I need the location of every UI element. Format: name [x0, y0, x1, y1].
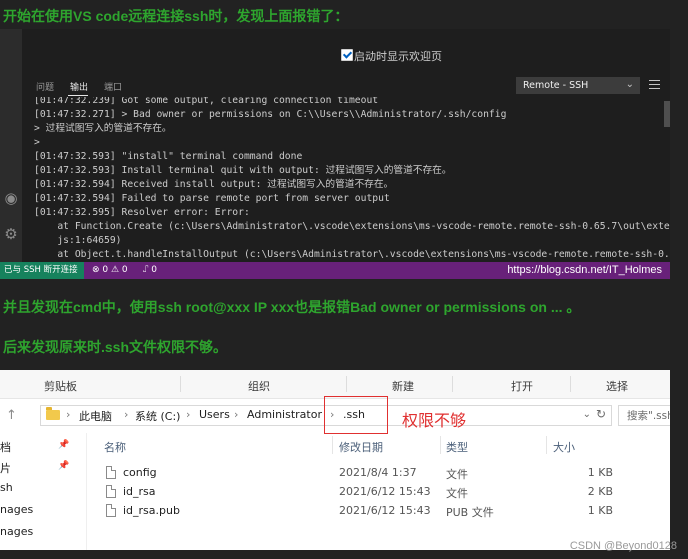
- tab-output[interactable]: 输出: [70, 80, 88, 93]
- column-header-date[interactable]: 修改日期: [339, 439, 383, 455]
- article-conclusion-text: 后来发现原来时.ssh文件权限不够。: [3, 339, 228, 355]
- ribbon-clipboard[interactable]: 剪贴板: [44, 378, 77, 394]
- file-name: id_rsa.pub: [123, 504, 180, 517]
- pin-icon[interactable]: 📌: [58, 440, 69, 450]
- file-size: 2 KB: [587, 485, 613, 498]
- file-row[interactable]: id_rsa.pub 2021/6/12 15:43 PUB 文件 1 KB: [90, 502, 650, 521]
- breadcrumb-c-drive[interactable]: 系统 (C:): [135, 408, 180, 424]
- file-date: 2021/6/12 15:43: [339, 504, 431, 517]
- file-size: 1 KB: [587, 466, 613, 479]
- breadcrumb-separator: ›: [234, 408, 239, 421]
- file-type: 文件: [446, 487, 468, 500]
- breadcrumb-separator: ›: [124, 408, 129, 421]
- ribbon-divider: [570, 376, 571, 392]
- remote-status-indicator[interactable]: 已与 SSH 断开连接: [0, 262, 84, 279]
- file-name: id_rsa: [123, 485, 156, 498]
- ribbon-groups: 剪贴板 组织 新建 打开 选择: [0, 370, 670, 399]
- column-divider[interactable]: [332, 436, 333, 454]
- file-list: 名称 修改日期 类型 大小 config 2021/8/4 1:37 文件 1 …: [90, 433, 670, 550]
- log-line: at Object.t.handleInstallOutput (c:\User…: [34, 249, 670, 260]
- file-icon: [106, 504, 116, 517]
- file-date: 2021/8/4 1:37: [339, 466, 417, 479]
- scrollbar-thumb[interactable]: [664, 101, 670, 127]
- column-header-name[interactable]: 名称: [104, 439, 126, 455]
- ribbon-select[interactable]: 选择: [606, 378, 628, 394]
- nav-item[interactable]: sh: [0, 481, 13, 494]
- ribbon-divider: [346, 376, 347, 392]
- problems-counter[interactable]: ⊗ 0 ⚠ 0: [92, 262, 128, 279]
- breadcrumb-separator: ›: [186, 408, 191, 421]
- log-line: >: [34, 137, 40, 148]
- folder-icon: [46, 407, 60, 420]
- log-line: [01:47:32.593] "install" terminal comman…: [34, 151, 303, 162]
- csdn-watermark: CSDN @Beyond0128: [569, 540, 677, 552]
- log-line: js:1:64659): [34, 235, 122, 246]
- pin-icon[interactable]: 📌: [58, 461, 69, 471]
- ribbon-open[interactable]: 打开: [511, 378, 533, 394]
- file-icon: [106, 485, 116, 498]
- log-line: [01:47:32.595] Resolver error: Error:: [34, 207, 250, 218]
- nav-item[interactable]: nages: [0, 503, 33, 516]
- activity-bar: ◉ ⚙: [0, 29, 22, 262]
- status-bar: 已与 SSH 断开连接 ⊗ 0 ⚠ 0 ⑀ 0 https://blog.csd…: [0, 262, 670, 279]
- file-size: 1 KB: [587, 504, 613, 517]
- column-divider[interactable]: [440, 436, 441, 454]
- navigation-pane: 档 📌 片 📌 sh nages nages: [0, 433, 87, 550]
- up-arrow-icon[interactable]: ↑: [6, 408, 17, 423]
- nav-item[interactable]: 片: [0, 460, 11, 476]
- file-row[interactable]: id_rsa 2021/6/12 15:43 文件 2 KB: [90, 483, 650, 502]
- file-type: 文件: [446, 468, 468, 481]
- ribbon-organize[interactable]: 组织: [248, 378, 270, 394]
- tab-ports[interactable]: 端口: [104, 80, 122, 93]
- log-line: [01:47:32.594] Received install output: …: [34, 179, 394, 190]
- ribbon-new[interactable]: 新建: [392, 378, 414, 394]
- nav-item[interactable]: nages: [0, 525, 33, 538]
- active-tab-indicator: [68, 95, 88, 96]
- file-row[interactable]: config 2021/8/4 1:37 文件 1 KB: [90, 464, 650, 483]
- breadcrumb-this-pc[interactable]: 此电脑: [79, 408, 112, 424]
- article-intro-text: 开始在使用VS code远程连接ssh时，发现上面报错了：: [3, 8, 349, 24]
- panel-tab-bar: 问题 输出 端口 Remote - SSH ⌄: [22, 75, 670, 97]
- log-line: [01:47:32.594] Failed to parse remote po…: [34, 193, 390, 204]
- ribbon-divider: [180, 376, 181, 392]
- breadcrumb-separator: ›: [66, 408, 71, 421]
- log-line: [01:47:32.239] Got some output, clearing…: [34, 97, 379, 106]
- remote-explorer-icon[interactable]: ◉: [0, 189, 22, 207]
- welcome-page-bar: 启动时显示欢迎页: [22, 29, 670, 75]
- welcome-checkbox-label: 启动时显示欢迎页: [354, 50, 442, 63]
- column-header-size[interactable]: 大小: [553, 439, 575, 455]
- annotation-label: 权限不够: [402, 411, 467, 430]
- output-channel-select[interactable]: Remote - SSH ⌄: [516, 77, 640, 94]
- refresh-icon[interactable]: ↻: [596, 407, 606, 421]
- breadcrumb-administrator[interactable]: Administrator: [247, 408, 322, 421]
- chevron-down-icon[interactable]: ⌄: [583, 409, 591, 420]
- output-log: [01:47:32.239] Got some output, clearing…: [22, 97, 670, 262]
- log-line: [01:47:32.271] > Bad owner or permission…: [34, 109, 507, 120]
- output-channel-value: Remote - SSH: [523, 80, 589, 91]
- chevron-down-icon: ⌄: [625, 79, 634, 90]
- vscode-window: ◉ ⚙ 启动时显示欢迎页 问题 输出 端口 Remote - SSH ⌄ [01…: [0, 29, 670, 279]
- annotation-highlight-box: [324, 396, 388, 434]
- blog-url-watermark: https://blog.csdn.net/IT_Holmes: [507, 264, 662, 276]
- nav-item[interactable]: 档: [0, 439, 11, 455]
- search-input[interactable]: 搜索".ssh": [618, 405, 670, 426]
- file-date: 2021/6/12 15:43: [339, 485, 431, 498]
- breadcrumb-users[interactable]: Users: [199, 408, 230, 421]
- file-icon: [106, 466, 116, 479]
- ports-counter[interactable]: ⑀ 0: [143, 262, 157, 279]
- column-header-type[interactable]: 类型: [446, 439, 468, 455]
- file-type: PUB 文件: [446, 506, 494, 519]
- column-divider[interactable]: [546, 436, 547, 454]
- tab-problems[interactable]: 问题: [36, 80, 54, 93]
- settings-gear-icon[interactable]: ⚙: [0, 225, 22, 243]
- article-cmd-text: 并且发现在cmd中，使用ssh root@xxx IP xxx也是报错Bad o…: [3, 299, 581, 315]
- log-line: > 过程试图写入的管道不存在。: [34, 123, 172, 134]
- file-explorer-window: 剪贴板 组织 新建 打开 选择 ↑ › 此电脑 › 系统 (C:) › User…: [0, 370, 670, 550]
- log-line: at Function.Create (c:\Users\Administrat…: [34, 221, 670, 232]
- file-name: config: [123, 466, 157, 479]
- welcome-checkbox[interactable]: [341, 49, 353, 61]
- ribbon-divider: [452, 376, 453, 392]
- list-filter-icon[interactable]: [649, 80, 660, 91]
- log-line: [01:47:32.593] Install terminal quit wit…: [34, 165, 452, 176]
